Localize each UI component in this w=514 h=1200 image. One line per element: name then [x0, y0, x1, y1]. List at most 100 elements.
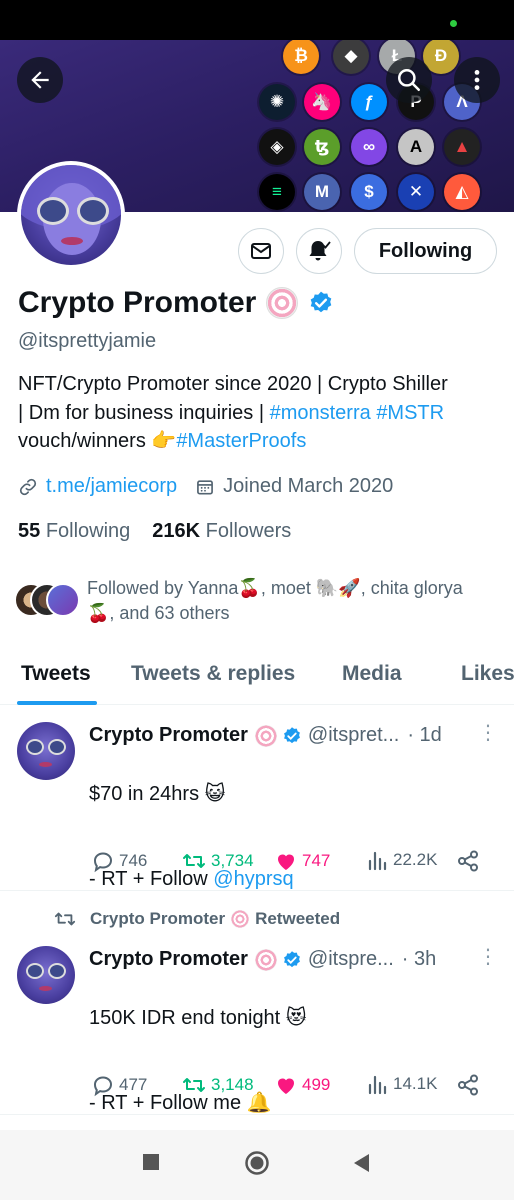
followers-count-link[interactable]: 216K Followers — [152, 520, 291, 543]
avatar-glasses-left — [26, 739, 44, 755]
followed-by-avatars — [14, 583, 84, 619]
notifications-button[interactable] — [296, 228, 342, 274]
verified-badge-icon — [283, 726, 300, 743]
xrp-swap-coin-icon: ✕ — [398, 174, 434, 210]
bell-check-icon — [309, 241, 331, 261]
retweeter-name[interactable]: Crypto Promoter — [90, 909, 225, 929]
tezos-coin-icon: ꜩ — [304, 129, 340, 165]
hashtag-monsterra-link[interactable]: #monsterra — [270, 402, 371, 424]
reply-button[interactable]: 746 — [91, 849, 147, 873]
reply-button[interactable]: 477 — [91, 1073, 147, 1097]
profile-name-row: Crypto Promoter — [18, 286, 334, 320]
retweet-icon — [183, 854, 205, 868]
status-bar — [0, 0, 514, 40]
like-button[interactable]: 747 — [274, 849, 330, 873]
lollipop-emoji-icon — [254, 948, 277, 971]
solana-coin-icon: ≡ — [259, 174, 295, 210]
verified-badge-icon — [283, 950, 300, 967]
retweet-button[interactable]: 3,734 — [181, 849, 254, 873]
back-button[interactable] — [17, 57, 63, 103]
retweet-count: 3,148 — [211, 1075, 254, 1094]
ethereum-coin-icon: ◆ — [333, 40, 369, 74]
views-button[interactable]: 14.1K — [367, 1073, 437, 1095]
system-navigation-bar — [0, 1130, 514, 1200]
tweet-2[interactable]: Crypto Promoter @itspre... · 3h ⋮ 150K I… — [0, 930, 514, 1114]
vertical-dots-icon — [474, 70, 480, 90]
retweet-icon — [54, 912, 76, 926]
tweet-text-line-1: 150K IDR end tonight 😻 — [89, 1006, 307, 1029]
retweet-count: 3,734 — [211, 851, 254, 870]
tweet-author-handle[interactable]: @itspre... — [308, 948, 394, 971]
recent-apps-square-icon[interactable] — [141, 1152, 161, 1172]
views-count: 22.2K — [393, 850, 438, 869]
tweet-time: · 1d — [407, 724, 442, 746]
tab-media[interactable]: Media — [342, 662, 402, 686]
views-button[interactable]: 22.2K — [367, 849, 437, 871]
active-tab-indicator — [17, 701, 97, 705]
following-count-link[interactable]: 55 Following — [18, 520, 130, 543]
following-button[interactable]: Following — [354, 228, 497, 274]
followers-count: 216K — [152, 520, 201, 542]
cardano-coin-icon: ✺ — [259, 84, 295, 120]
algorand-coin-icon: A — [398, 129, 434, 165]
tweet-author-name[interactable]: Crypto Promoter — [89, 948, 248, 971]
more-options-button[interactable] — [454, 57, 500, 103]
search-icon — [398, 69, 420, 91]
retweeted-label: Retweeted — [255, 909, 341, 928]
bio-line-3: vouch/winners 👉 — [18, 430, 177, 452]
tweet-author-name[interactable]: Crypto Promoter — [89, 724, 248, 747]
lollipop-emoji-icon — [231, 910, 250, 928]
like-button[interactable]: 499 — [274, 1073, 330, 1097]
lollipop-emoji-icon — [266, 287, 299, 319]
share-button[interactable] — [456, 1073, 480, 1097]
profile-tabs: Tweets Tweets & replies Media Likes — [0, 650, 514, 705]
follower-avatar — [46, 583, 80, 617]
swipe-coin-icon: $ — [351, 174, 387, 210]
retweet-button[interactable]: 3,148 — [181, 1073, 254, 1097]
tweet-header: Crypto Promoter @itspre... · 3h — [89, 948, 436, 971]
decentraland-coin-icon: ◭ — [444, 174, 480, 210]
follow-counts: 55 Following 216K Followers — [18, 520, 291, 543]
hashtag-masterproofs-link[interactable]: #MasterProofs — [176, 430, 306, 452]
verified-badge-icon — [311, 291, 332, 313]
message-button[interactable] — [238, 228, 284, 274]
tab-likes[interactable]: Likes — [461, 662, 514, 686]
avatar-lips — [61, 237, 83, 245]
tweet-more-icon[interactable]: ⋮ — [478, 944, 498, 969]
avatar-glasses-right — [48, 963, 66, 979]
hashtag-mstr-link[interactable]: #MSTR — [376, 402, 444, 424]
tweet-more-icon[interactable]: ⋮ — [478, 720, 498, 745]
uniswap-coin-icon: 🦄 — [304, 84, 340, 120]
avatar-glasses-left — [26, 963, 44, 979]
profile-website-link[interactable]: t.me/jamiecorp — [46, 475, 177, 498]
search-button[interactable] — [386, 57, 432, 103]
share-button[interactable] — [456, 849, 480, 873]
reply-icon — [93, 1076, 113, 1097]
joined-date: Joined March 2020 — [223, 475, 394, 497]
followers-label: Followers — [205, 520, 292, 542]
analytics-bars-icon — [368, 851, 387, 871]
followed-by-line-2: 🍒, and 63 others — [87, 603, 230, 623]
share-icon — [458, 850, 478, 872]
tweet-author-handle[interactable]: @itspret... — [308, 724, 399, 747]
retweet-icon — [183, 1078, 205, 1092]
avatar-lips — [39, 762, 52, 767]
avatar-glasses-left — [37, 197, 69, 225]
tweet-actions: 746 3,734 747 22.2K — [89, 849, 489, 875]
bio-line-1: NFT/Crypto Promoter since 2020 | Crypto … — [18, 373, 448, 395]
avatar-lips — [39, 986, 52, 991]
tweet-author-avatar[interactable] — [17, 722, 75, 780]
like-count: 499 — [302, 1075, 331, 1094]
tweet-author-avatar[interactable] — [17, 946, 75, 1004]
profile-avatar[interactable] — [17, 161, 125, 269]
reply-count: 746 — [119, 851, 148, 870]
tab-tweets-and-replies[interactable]: Tweets & replies — [131, 662, 295, 686]
avatar-glasses-right — [48, 739, 66, 755]
back-triangle-icon[interactable] — [351, 1152, 371, 1174]
tweet-divider — [0, 1114, 514, 1115]
home-circle-icon[interactable] — [244, 1150, 270, 1176]
followed-by-line-1: Followed by Yanna🍒, moet 🐘🚀, chita glory… — [87, 578, 463, 598]
tab-tweets[interactable]: Tweets — [21, 662, 91, 686]
bio-line-2: | Dm for business inquiries | — [18, 401, 270, 424]
tweet-1[interactable]: Crypto Promoter @itspret... · 1d ⋮ $70 i… — [0, 706, 514, 890]
